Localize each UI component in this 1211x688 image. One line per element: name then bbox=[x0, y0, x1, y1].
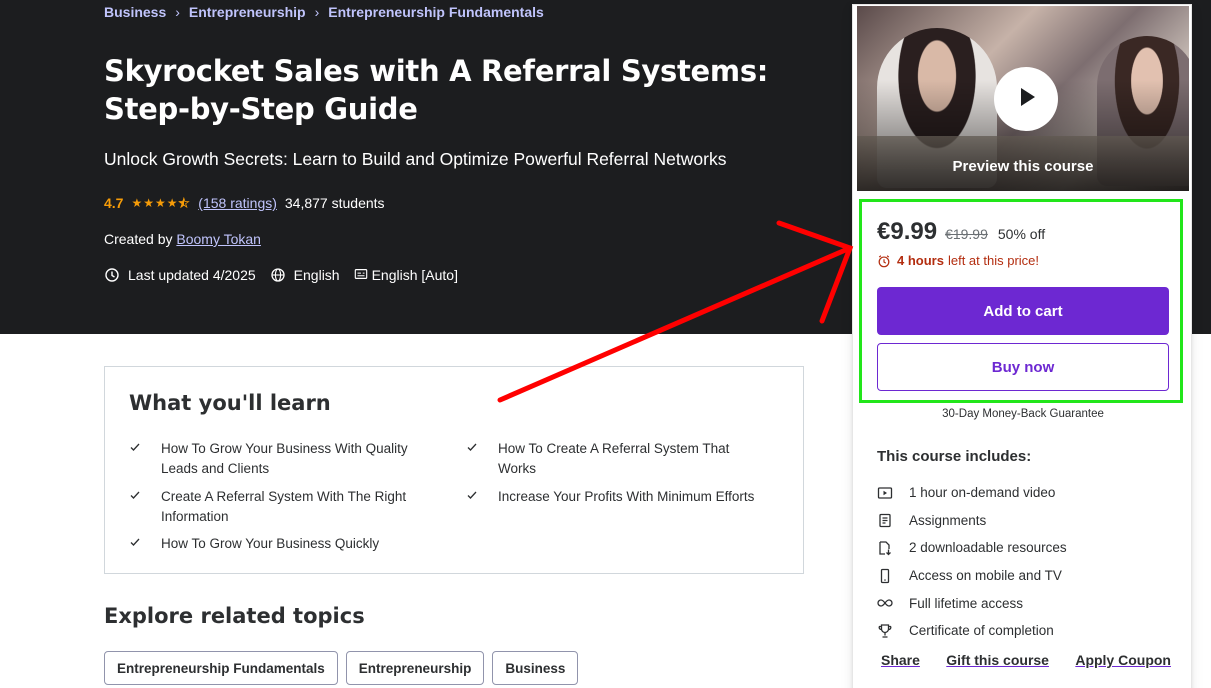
last-updated: Last updated 4/2025 bbox=[104, 267, 256, 283]
chevron-right-icon: › bbox=[175, 4, 180, 20]
card-links: Share Gift this course Apply Coupon bbox=[881, 652, 1171, 668]
related-topics-title: Explore related topics bbox=[104, 604, 365, 628]
alert-clock-icon bbox=[104, 267, 120, 283]
includes-item: Full lifetime access bbox=[877, 589, 1067, 617]
star-icon: ★ bbox=[166, 196, 178, 210]
add-to-cart-button[interactable]: Add to cart bbox=[877, 287, 1169, 335]
learn-item: How To Create A Referral System That Wor… bbox=[466, 439, 756, 478]
purchase-card: Preview this course €9.99 €19.99 50% off… bbox=[852, 4, 1192, 688]
includes-item: 2 downloadable resources bbox=[877, 534, 1067, 562]
includes-item: Certificate of completion bbox=[877, 617, 1067, 645]
trophy-icon bbox=[877, 623, 893, 639]
learn-item: How To Grow Your Business Quickly bbox=[129, 534, 419, 554]
course-landing-page: Business › Entrepreneurship › Entreprene… bbox=[0, 0, 1211, 688]
assignment-icon bbox=[877, 512, 893, 528]
check-icon bbox=[129, 489, 141, 526]
learn-title: What you'll learn bbox=[129, 391, 331, 415]
star-icon: ★ bbox=[155, 196, 166, 210]
preview-label: Preview this course bbox=[952, 158, 1094, 175]
language: English bbox=[270, 267, 340, 283]
price-row: €9.99 €19.99 50% off bbox=[877, 218, 1045, 246]
course-subtitle: Unlock Growth Secrets: Learn to Build an… bbox=[104, 149, 727, 169]
timer-text: left at this price! bbox=[947, 253, 1040, 268]
ratings-count-link[interactable]: (158 ratings) bbox=[198, 195, 277, 211]
breadcrumb-entrepreneurship-fundamentals[interactable]: Entrepreneurship Fundamentals bbox=[328, 4, 543, 20]
course-title: Skyrocket Sales with A Referral Systems:… bbox=[104, 54, 769, 126]
includes-item: Assignments bbox=[877, 507, 1067, 535]
star-icon: ★ bbox=[143, 196, 154, 210]
students-count: 34,877 students bbox=[284, 195, 385, 211]
course-includes-list: 1 hour on-demand video Assignments 2 dow… bbox=[877, 479, 1067, 645]
apply-coupon-link[interactable]: Apply Coupon bbox=[1075, 652, 1171, 668]
includes-item: 1 hour on-demand video bbox=[877, 479, 1067, 507]
check-icon bbox=[466, 441, 478, 478]
related-topics: Entrepreneurship Fundamentals Entreprene… bbox=[104, 651, 586, 685]
rating-row: 4.7 ★ ★ ★ ★ ★ (158 ratings) 34,877 stude… bbox=[104, 195, 385, 211]
current-price: €9.99 bbox=[877, 218, 938, 245]
mobile-icon bbox=[877, 568, 893, 584]
play-button[interactable] bbox=[994, 67, 1058, 131]
captions: English [Auto] bbox=[354, 267, 458, 283]
author-link[interactable]: Boomy Tokan bbox=[176, 231, 261, 247]
sale-timer: 4 hours left at this price! bbox=[877, 253, 1039, 268]
original-price: €19.99 bbox=[945, 226, 988, 242]
timer-hours: 4 hours bbox=[897, 253, 944, 268]
topic-entrepreneurship-fundamentals[interactable]: Entrepreneurship Fundamentals bbox=[104, 651, 338, 685]
play-icon bbox=[1013, 84, 1039, 115]
created-by: Created by Boomy Tokan bbox=[104, 231, 261, 247]
alarm-clock-icon bbox=[877, 254, 891, 268]
course-preview[interactable]: Preview this course bbox=[857, 6, 1189, 191]
check-icon bbox=[129, 536, 141, 554]
topic-business[interactable]: Business bbox=[492, 651, 579, 685]
buy-now-button[interactable]: Buy now bbox=[877, 343, 1169, 391]
what-youll-learn: What you'll learn How To Grow Your Busin… bbox=[104, 366, 804, 574]
share-link[interactable]: Share bbox=[881, 652, 920, 668]
globe-icon bbox=[270, 267, 286, 283]
check-icon bbox=[466, 489, 478, 507]
includes-title: This course includes: bbox=[877, 448, 1032, 465]
infinity-icon bbox=[877, 595, 893, 611]
discount-percent: 50% off bbox=[997, 226, 1046, 242]
learn-item: Increase Your Profits With Minimum Effor… bbox=[466, 487, 756, 507]
star-icon: ★ bbox=[131, 196, 143, 210]
money-back-guarantee: 30-Day Money-Back Guarantee bbox=[942, 408, 1104, 420]
closed-captions-icon bbox=[354, 267, 370, 283]
chevron-right-icon: › bbox=[314, 4, 320, 20]
course-meta: Last updated 4/2025 English English [Aut… bbox=[104, 267, 472, 283]
rating-stars: ★ ★ ★ ★ ★ bbox=[131, 196, 190, 211]
learn-item: Create A Referral System With The Right … bbox=[129, 487, 419, 526]
rating-value: 4.7 bbox=[104, 195, 124, 211]
download-icon bbox=[877, 540, 893, 556]
includes-item: Access on mobile and TV bbox=[877, 562, 1067, 590]
check-icon bbox=[129, 441, 141, 478]
topic-entrepreneurship[interactable]: Entrepreneurship bbox=[345, 651, 485, 685]
breadcrumb-business[interactable]: Business bbox=[104, 4, 166, 20]
created-by-label: Created by bbox=[104, 231, 177, 247]
half-star-icon: ★ bbox=[178, 196, 190, 211]
breadcrumb: Business › Entrepreneurship › Entreprene… bbox=[104, 4, 544, 20]
video-icon bbox=[877, 485, 893, 501]
learn-item: How To Grow Your Business With Quality L… bbox=[129, 439, 419, 478]
gift-course-link[interactable]: Gift this course bbox=[946, 652, 1049, 668]
breadcrumb-entrepreneurship[interactable]: Entrepreneurship bbox=[189, 4, 306, 20]
